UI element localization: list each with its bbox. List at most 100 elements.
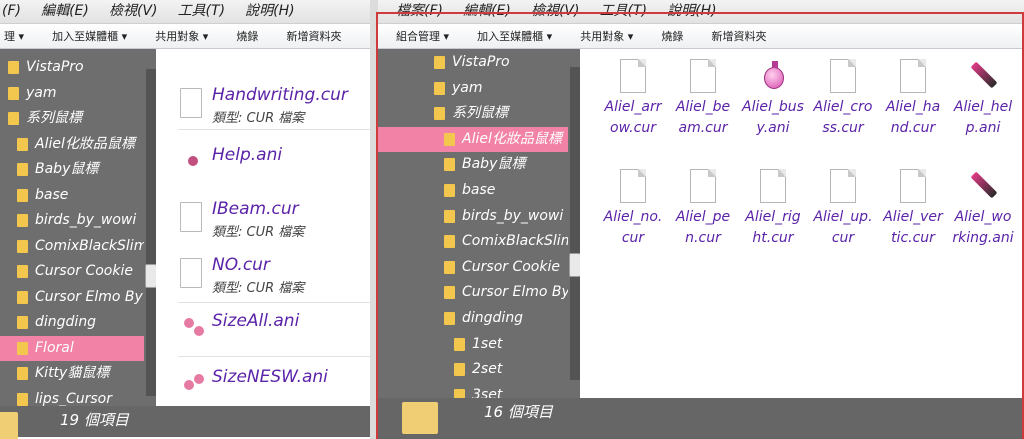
nav-item-label: base xyxy=(35,186,69,203)
left-nav-scrollbar[interactable] xyxy=(145,69,156,396)
nav-item[interactable]: Cursor Cookie xyxy=(0,259,144,284)
folder-icon xyxy=(17,188,28,202)
nav-item[interactable]: yam xyxy=(378,76,568,101)
nav-item-label: Aliel化妝品鼠標 xyxy=(462,130,562,147)
grid-file-item[interactable]: Aliel_beam.cur xyxy=(672,59,734,139)
grid-file-item[interactable]: Aliel_help.ani xyxy=(952,59,1014,139)
folder-icon xyxy=(434,56,445,69)
file-name: Aliel_right.cur xyxy=(745,209,801,246)
nav-item-label: 系列鼠標 xyxy=(26,110,82,126)
grid-file-item[interactable]: Aliel_cross.cur xyxy=(812,59,874,139)
nav-item[interactable]: Aliel化妝品鼠標 xyxy=(0,132,144,157)
folder-icon xyxy=(8,61,19,74)
folder-icon xyxy=(444,312,455,325)
file-type: 類型: CUR 檔案 xyxy=(212,281,305,296)
file-name: Handwriting.cur xyxy=(212,85,348,105)
share-with-button[interactable]: 共用對象 ▾ xyxy=(155,24,208,48)
menu-view[interactable]: 檢視(V) xyxy=(531,2,580,20)
menu-tools[interactable]: 工具(T) xyxy=(178,2,225,20)
organize-button[interactable]: 理 ▾ xyxy=(4,24,24,48)
new-folder-button[interactable]: 新增資料夾 xyxy=(286,24,341,48)
nav-item-label: 2set xyxy=(472,361,503,378)
folder-icon xyxy=(444,286,455,300)
file-name: NO.cur xyxy=(212,255,270,275)
nav-item[interactable]: 系列鼠標 xyxy=(0,106,144,131)
file-name: SizeNESW.ani xyxy=(212,367,328,387)
menu-help[interactable]: 說明(H) xyxy=(667,2,716,20)
nav-item[interactable]: VistaPro xyxy=(378,50,568,75)
folder-icon xyxy=(444,260,455,274)
nav-item[interactable]: dingding xyxy=(0,310,144,335)
nav-item[interactable]: Cursor Elmo By xyxy=(0,285,144,310)
folder-icon xyxy=(454,388,465,398)
menu-edit[interactable]: 編輯(E) xyxy=(463,2,511,20)
menu-help[interactable]: 說明(H) xyxy=(245,2,294,20)
nav-item[interactable]: ComixBlackSlim xyxy=(0,234,144,259)
burn-button[interactable]: 燒錄 xyxy=(661,24,683,48)
nav-item-label: birds_by_wowi xyxy=(462,207,564,224)
nav-item-label: Kitty貓鼠標 xyxy=(35,365,110,381)
grid-file-item[interactable]: Aliel_busy.ani xyxy=(742,59,804,139)
nav-item[interactable]: 2set xyxy=(378,357,568,382)
nav-item[interactable]: Baby鼠標 xyxy=(378,152,568,177)
add-to-library-button[interactable]: 加入至媒體櫃 ▾ xyxy=(52,24,127,48)
folder-icon xyxy=(8,112,19,125)
right-status-bar: 16 個項目 xyxy=(378,398,1024,439)
nav-item-label: Baby鼠標 xyxy=(35,161,99,177)
menu-file[interactable]: (F) xyxy=(2,2,21,20)
nav-item[interactable]: Floral xyxy=(0,335,144,361)
new-folder-button[interactable]: 新增資料夾 xyxy=(711,24,766,48)
file-name: Aliel_no.cur xyxy=(603,209,663,246)
folder-icon xyxy=(8,86,19,100)
nav-item[interactable]: yam xyxy=(0,81,144,106)
nav-item[interactable]: Kitty貓鼠標 xyxy=(0,361,144,386)
organize-button[interactable]: 組合管理 ▾ xyxy=(396,24,449,48)
nav-item[interactable]: Aliel化妝品鼠標 xyxy=(378,126,568,152)
menu-view[interactable]: 檢視(V) xyxy=(109,2,158,20)
grid-file-item[interactable]: Aliel_right.cur xyxy=(742,169,804,249)
nav-item[interactable]: 1set xyxy=(378,332,568,357)
nav-item[interactable]: Baby鼠標 xyxy=(0,157,144,182)
nav-item[interactable]: 系列鼠標 xyxy=(378,101,568,126)
doc-icon xyxy=(690,59,716,93)
grid-file-item[interactable]: Aliel_hand.cur xyxy=(882,59,944,139)
lipstick-icon xyxy=(969,59,998,93)
nav-item[interactable]: Cursor Cookie xyxy=(378,255,568,280)
burn-button[interactable]: 燒錄 xyxy=(236,24,258,48)
menu-tools[interactable]: 工具(T) xyxy=(600,2,647,20)
nav-item[interactable]: 3set xyxy=(378,383,568,398)
nav-item[interactable]: dingding xyxy=(378,306,568,331)
divider xyxy=(178,129,370,130)
nav-item-label: lips_Cursor xyxy=(35,390,112,407)
grid-file-item[interactable]: Aliel_arrow.cur xyxy=(602,59,664,139)
folder-icon xyxy=(17,290,28,304)
nav-item[interactable]: base xyxy=(378,178,568,203)
perfume-bottle-icon xyxy=(759,59,787,93)
menu-file[interactable]: 檔案(F) xyxy=(396,2,443,20)
left-nav-scroll-thumb[interactable] xyxy=(145,264,156,288)
nav-item[interactable]: birds_by_wowi xyxy=(0,208,144,233)
left-explorer-window: (F) 編輯(E) 檢視(V) 工具(T) 說明(H) 理 ▾ 加入至媒體櫃 ▾… xyxy=(0,0,370,439)
share-with-button[interactable]: 共用對象 ▾ xyxy=(580,24,633,48)
folder-icon xyxy=(17,239,28,253)
nav-item[interactable]: ComixBlackSlim xyxy=(378,229,568,254)
menu-edit[interactable]: 編輯(E) xyxy=(41,2,89,20)
doc-icon xyxy=(620,59,646,93)
nav-item[interactable]: lips_Cursor xyxy=(0,387,144,407)
file-name: Help.ani xyxy=(212,145,283,165)
grid-file-item[interactable]: Aliel_vertic.cur xyxy=(882,169,944,249)
grid-file-item[interactable]: Aliel_working.ani xyxy=(952,169,1014,249)
nav-item[interactable]: birds_by_wowi xyxy=(378,204,568,229)
right-menubar: 檔案(F) 編輯(E) 檢視(V) 工具(T) 說明(H) xyxy=(378,0,1024,24)
grid-file-item[interactable]: Aliel_up.cur xyxy=(812,169,874,249)
add-to-library-button[interactable]: 加入至媒體櫃 ▾ xyxy=(477,24,552,48)
nav-item[interactable]: base xyxy=(0,183,144,208)
right-nav-scrollbar[interactable] xyxy=(569,67,580,380)
nav-item[interactable]: Cursor Elmo By xyxy=(378,280,568,305)
grid-file-item[interactable]: Aliel_no.cur xyxy=(602,169,664,249)
right-nav-scroll-thumb[interactable] xyxy=(569,253,580,277)
folder-icon xyxy=(444,209,455,223)
nav-item[interactable]: VistaPro xyxy=(0,55,144,80)
folder-icon xyxy=(444,132,455,146)
grid-file-item[interactable]: Aliel_pen.cur xyxy=(672,169,734,249)
